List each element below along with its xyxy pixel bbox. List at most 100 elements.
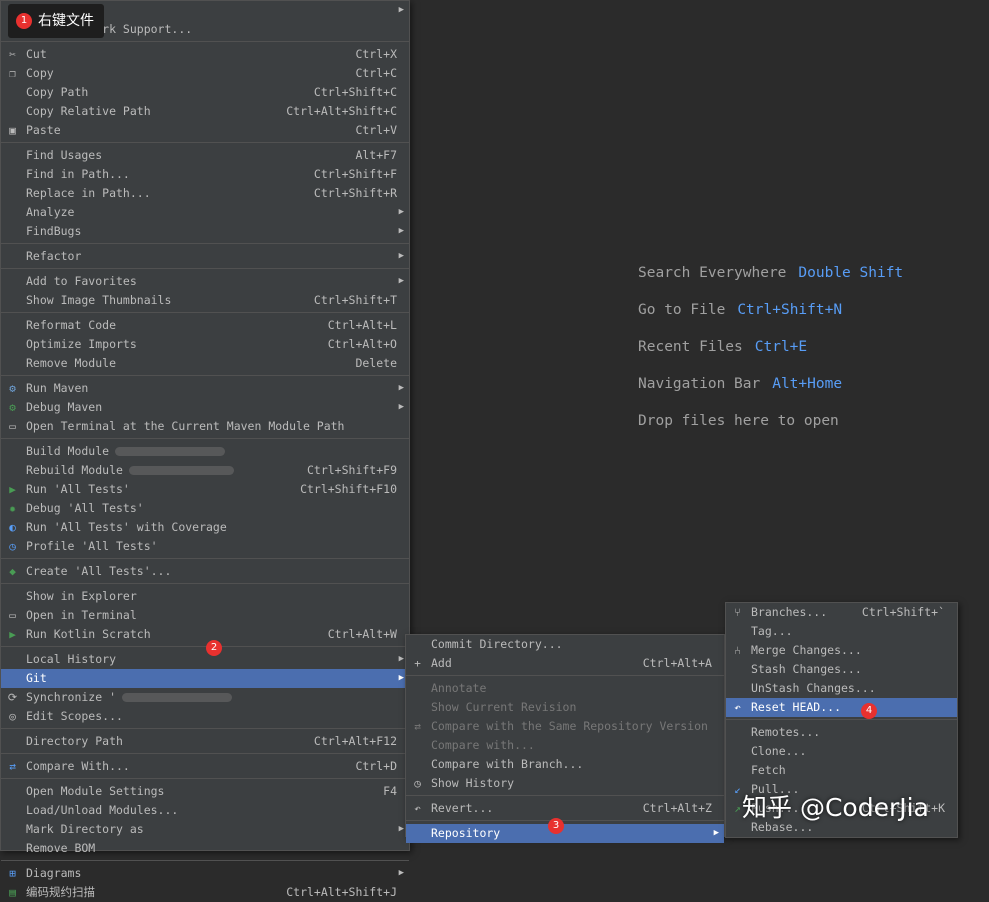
menu-item-label: Copy Relative Path xyxy=(26,104,151,118)
menu-item-load-unload-modules[interactable]: Load/Unload Modules... xyxy=(1,801,409,820)
menu-item-annotate: Annotate xyxy=(406,679,724,698)
menu-item-edit-scopes[interactable]: ◎ Edit Scopes... xyxy=(1,707,409,726)
menu-item-show-image-thumbnails[interactable]: Show Image Thumbnails Ctrl+Shift+T xyxy=(1,291,409,310)
menu-item-label: Reset HEAD... xyxy=(751,700,842,714)
menu-item-debug-maven[interactable]: ⚙ Debug Maven ▶ xyxy=(1,398,409,417)
scopes-icon: ◎ xyxy=(9,710,16,723)
menu-item-label: Run Maven xyxy=(26,381,89,395)
terminal-icon: ▭ xyxy=(9,420,16,433)
menu-item-open-in-terminal[interactable]: ▭ Open in Terminal xyxy=(1,606,409,625)
submenu-arrow-icon: ▶ xyxy=(398,251,404,261)
redacted-text xyxy=(122,693,233,702)
menu-item-label: Refactor xyxy=(26,249,82,263)
menu-item-refactor[interactable]: Refactor ▶ xyxy=(1,247,409,266)
coverage-icon: ◐ xyxy=(9,521,16,534)
menu-item-directory-path[interactable]: Directory Path Ctrl+Alt+F12 xyxy=(1,732,409,751)
menu-item-add[interactable]: + Add Ctrl+Alt+A xyxy=(406,654,724,673)
menu-item-debug-all-tests[interactable]: ✹ Debug 'All Tests' xyxy=(1,499,409,518)
menu-item-unstash-changes[interactable]: UnStash Changes... xyxy=(726,679,957,698)
menu-item-commit-directory[interactable]: Commit Directory... xyxy=(406,635,724,654)
menu-item-optimize-imports[interactable]: Optimize Imports Ctrl+Alt+O xyxy=(1,335,409,354)
menu-item-remove-bom[interactable]: Remove BOM xyxy=(1,839,409,858)
menu-item-add-to-favorites[interactable]: Add to Favorites ▶ xyxy=(1,272,409,291)
menu-item-reset-head[interactable]: ↶ Reset HEAD... xyxy=(726,698,957,717)
menu-item-rebuild-module[interactable]: Rebuild Module Ctrl+Shift+F9 xyxy=(1,461,409,480)
menu-item-label: Debug 'All Tests' xyxy=(26,501,144,515)
menu-item-find-in-path[interactable]: Find in Path... Ctrl+Shift+F xyxy=(1,165,409,184)
menu-item-shortcut: Ctrl+Alt+A xyxy=(642,656,712,670)
menu-item-label: Add xyxy=(431,656,452,670)
hint-text: Recent Files xyxy=(638,339,743,355)
menu-item-label: Commit Directory... xyxy=(431,637,563,651)
step-badge-2: 2 xyxy=(206,640,222,656)
menu-item-open-terminal-at-the-current-maven-module-path[interactable]: ▭ Open Terminal at the Current Maven Modu… xyxy=(1,417,409,436)
menu-item-label: Local History xyxy=(26,652,117,666)
menu-item-show-in-explorer[interactable]: Show in Explorer xyxy=(1,587,409,606)
menu-item-branches[interactable]: ⑂ Branches... Ctrl+Shift+` xyxy=(726,603,957,622)
menu-item-diagrams[interactable]: ⊞ Diagrams ▶ xyxy=(1,864,409,883)
menu-item-label: Clone... xyxy=(751,744,807,758)
menu-item-stash-changes[interactable]: Stash Changes... xyxy=(726,660,957,679)
menu-item-run-maven[interactable]: ⚙ Run Maven ▶ xyxy=(1,379,409,398)
menu-item-findbugs[interactable]: FindBugs ▶ xyxy=(1,222,409,241)
menu-item-mark-directory-as[interactable]: Mark Directory as ▶ xyxy=(1,820,409,839)
hint-key: Ctrl+E xyxy=(754,339,808,355)
hint-text: Drop files here to open xyxy=(638,413,839,429)
menu-item-remotes[interactable]: Remotes... xyxy=(726,723,957,742)
menu-item-cut[interactable]: ✂ Cut Ctrl+X xyxy=(1,45,409,64)
menu-item-label: Create 'All Tests'... xyxy=(26,564,172,578)
menu-item-label: Copy Path xyxy=(26,85,89,99)
menu-item-copy-relative-path[interactable]: Copy Relative Path Ctrl+Alt+Shift+C xyxy=(1,102,409,121)
menu-item-label: Stash Changes... xyxy=(751,662,862,676)
menu-item-local-history[interactable]: Local History ▶ xyxy=(1,650,409,669)
menu-item-label: Find in Path... xyxy=(26,167,130,181)
menu-item-git[interactable]: Git ▶ xyxy=(1,669,409,688)
submenu-arrow-icon: ▶ xyxy=(398,207,404,217)
plus-icon: + xyxy=(414,657,421,670)
menu-item-build-module[interactable]: Build Module xyxy=(1,442,409,461)
redacted-text xyxy=(128,466,234,475)
menu-item-label: Revert... xyxy=(431,801,494,815)
project-context-menu: New▶Add Framework Support...✂CutCtrl+X❐C… xyxy=(0,0,410,899)
menu-item-replace-in-path[interactable]: Replace in Path... Ctrl+Shift+R xyxy=(1,184,409,203)
menu-item-copy-path[interactable]: Copy Path Ctrl+Shift+C xyxy=(1,83,409,102)
menu-item-clone[interactable]: Clone... xyxy=(726,742,957,761)
tooltip-text: 右键文件 xyxy=(38,13,94,29)
menu-item-create-all-tests[interactable]: ◆ Create 'All Tests'... xyxy=(1,562,409,581)
menu-item-paste[interactable]: ▣ Paste Ctrl+V xyxy=(1,121,409,140)
menu-item-fetch[interactable]: Fetch xyxy=(726,761,957,780)
menu-item-open-module-settings[interactable]: Open Module Settings F4 xyxy=(1,782,409,801)
menu-item-repository[interactable]: Repository ▶ xyxy=(406,824,724,843)
menu-item-synchronize[interactable]: ⟳ Synchronize ' xyxy=(1,688,409,707)
diagram-icon: ⊞ xyxy=(9,867,16,880)
menu-item-find-usages[interactable]: Find Usages Alt+F7 xyxy=(1,146,409,165)
menu-item-merge-changes[interactable]: ⑃ Merge Changes... xyxy=(726,641,957,660)
menu-item-run-all-tests[interactable]: ▶ Run 'All Tests' Ctrl+Shift+F10 xyxy=(1,480,409,499)
hint-key: Ctrl+Shift+N xyxy=(737,302,843,318)
menu-item-label: 编码规约扫描 xyxy=(26,885,95,899)
revert-icon: ↶ xyxy=(414,802,421,815)
menu-item-label: Compare with Branch... xyxy=(431,757,584,771)
menu-item-label: Merge Changes... xyxy=(751,643,862,657)
menu-item-label: Show History xyxy=(431,776,515,790)
menu-item-tag[interactable]: Tag... xyxy=(726,622,957,641)
menu-item-label: Annotate xyxy=(431,681,487,695)
menu-item-copy[interactable]: ❐ Copy Ctrl+C xyxy=(1,64,409,83)
submenu-arrow-icon: ▶ xyxy=(398,673,404,683)
menu-item-item[interactable]: ▤ 编码规约扫描 Ctrl+Alt+Shift+J xyxy=(1,883,409,902)
menu-item-remove-module[interactable]: Remove Module Delete xyxy=(1,354,409,373)
menu-item-show-history[interactable]: ◷ Show History xyxy=(406,774,724,793)
reset-icon: ↶ xyxy=(734,701,741,714)
menu-item-run-all-tests-with-coverage[interactable]: ◐ Run 'All Tests' with Coverage xyxy=(1,518,409,537)
step-1-tooltip: 1 右键文件 xyxy=(8,4,104,38)
menu-item-compare-with[interactable]: ⇄ Compare With... Ctrl+D xyxy=(1,757,409,776)
menu-item-reformat-code[interactable]: Reformat Code Ctrl+Alt+L xyxy=(1,316,409,335)
menu-item-shortcut: Ctrl+Alt+L xyxy=(327,318,397,332)
menu-item-profile-all-tests[interactable]: ◷ Profile 'All Tests' xyxy=(1,537,409,556)
menu-item-label: Build Module xyxy=(26,444,110,458)
menu-item-revert[interactable]: ↶ Revert... Ctrl+Alt+Z xyxy=(406,799,724,818)
menu-item-run-kotlin-scratch[interactable]: ▶ Run Kotlin Scratch Ctrl+Alt+W xyxy=(1,625,409,644)
menu-item-analyze[interactable]: Analyze ▶ xyxy=(1,203,409,222)
menu-item-label: Show Image Thumbnails xyxy=(26,293,172,307)
menu-item-compare-with-branch[interactable]: Compare with Branch... xyxy=(406,755,724,774)
